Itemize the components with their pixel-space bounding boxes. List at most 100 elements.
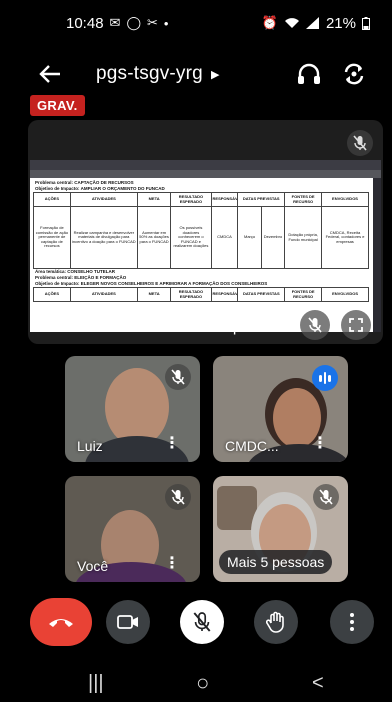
mic-off-icon: [193, 612, 211, 632]
participant-tile[interactable]: Você ⋮: [65, 476, 200, 582]
doc-cell: Realizar campanha e desenvolver materiai…: [69, 206, 138, 269]
shared-window-sidebar: [373, 178, 381, 332]
whatsapp-icon: ◯: [126, 15, 142, 30]
shared-window-toolbar: [30, 170, 381, 178]
status-time: 10:48: [66, 14, 104, 32]
participant-name: Luiz: [77, 438, 103, 454]
participant-tile[interactable]: CMDC... ⋮: [213, 356, 348, 462]
hand-icon: [266, 611, 284, 633]
more-participants-tile[interactable]: Mais 5 pessoas: [213, 476, 348, 582]
participant-muted-indicator: [313, 484, 339, 510]
doc-table-row: Formação de comissão de ação permanente …: [33, 206, 369, 269]
participant-tile[interactable]: Luiz ⋮: [65, 356, 200, 462]
presenter-muted-indicator: [347, 130, 373, 156]
system-nav-bar: ||| ○ <: [0, 664, 392, 702]
microphone-toggle-button[interactable]: [180, 600, 224, 644]
more-options-icon[interactable]: ⋮: [312, 433, 328, 453]
fullscreen-button[interactable]: [341, 310, 371, 340]
presentation-tile[interactable]: Problema central: CAPTAÇÃO DE RECURSOS O…: [28, 120, 383, 344]
signal-icon: [305, 17, 319, 29]
chevron-right-icon: ▶: [210, 68, 220, 81]
doc-header-cell: ENVOLVIDOS: [321, 287, 369, 302]
presentation-caption: CMDCA - Secretaria está apre...: [46, 318, 269, 335]
dot-icon: •: [163, 15, 169, 31]
more-options-icon[interactable]: ⋮: [164, 553, 180, 573]
more-vert-icon: [350, 613, 354, 631]
phone-hangup-icon: [49, 619, 73, 627]
doc-header-cell: RESPONSÁVEL: [210, 192, 239, 207]
more-options-icon[interactable]: ⋮: [164, 433, 180, 453]
headphones-icon: [298, 63, 320, 84]
meeting-code: pgs-tsgv-yrg: [96, 63, 203, 84]
doc-header-cell: DATAS PREVISTAS: [237, 287, 286, 302]
more-options-button[interactable]: [330, 600, 374, 644]
home-button[interactable]: ○: [196, 670, 209, 696]
self-muted-indicator: [165, 484, 191, 510]
shared-window-titlebar: [30, 160, 381, 170]
participant-video: [105, 368, 169, 446]
mic-off-icon: [353, 135, 367, 151]
more-participants-label: Mais 5 pessoas: [219, 550, 333, 574]
mic-off-icon: [171, 489, 185, 505]
doc-cell: CMDCA, Receita Federal, contadores e emp…: [321, 206, 369, 269]
doc-cell: Dezembro: [260, 206, 286, 269]
self-name: Você: [77, 558, 109, 574]
wifi-icon: [284, 18, 299, 28]
switch-camera-icon: [344, 63, 364, 85]
recents-button[interactable]: |||: [88, 672, 104, 695]
status-left: 10:48 ✉ ◯ ✂ •: [66, 15, 168, 32]
fullscreen-icon: [349, 318, 363, 332]
battery-icon: [362, 16, 370, 30]
video-camera-icon: [117, 615, 138, 629]
doc-header-cell: DATAS PREVISTAS: [237, 192, 286, 207]
doc-header-cell: AÇÕES: [33, 192, 71, 207]
audio-output-button[interactable]: [295, 60, 323, 88]
doc-cell: Março: [237, 206, 262, 269]
alarm-icon: ⏰: [261, 15, 278, 30]
mic-off-icon: [319, 489, 333, 505]
doc-header-cell: FONTES DE RECURSO: [284, 287, 323, 302]
status-bar: 10:48 ✉ ◯ ✂ • ⏰ 21%: [0, 0, 392, 46]
call-controls: [0, 596, 392, 654]
doc-header-cell: AÇÕES: [33, 287, 71, 302]
doc-header-cell: RESULTADO ESPERADO: [170, 192, 212, 207]
doc-cell: CMDCA: [210, 206, 239, 269]
doc-table-2: AÇÕES ATIVIDADES META RESULTADO ESPERADO…: [33, 287, 369, 302]
doc-header-cell: FONTES DE RECURSO: [284, 192, 323, 207]
doc-table-header: AÇÕES ATIVIDADES META RESULTADO ESPERADO…: [33, 192, 369, 207]
raise-hand-button[interactable]: [254, 600, 298, 644]
doc-table-header: AÇÕES ATIVIDADES META RESULTADO ESPERADO…: [33, 287, 369, 302]
shared-document: Problema central: CAPTAÇÃO DE RECURSOS O…: [33, 180, 369, 330]
participant-name: CMDC...: [225, 438, 279, 454]
tools-icon: ✂: [147, 15, 158, 30]
battery-percent: 21%: [325, 14, 356, 32]
back-button[interactable]: [36, 60, 64, 88]
participant-muted-indicator: [165, 364, 191, 390]
doc-cell: Os possíveis doadores conhecerem o FUNCA…: [170, 206, 212, 269]
system-back-button[interactable]: <: [312, 672, 324, 695]
presenter-mic-button[interactable]: [300, 310, 330, 340]
switch-camera-button[interactable]: [340, 60, 368, 88]
camera-toggle-button[interactable]: [106, 600, 150, 644]
arrow-left-icon: [39, 65, 60, 83]
doc-table: AÇÕES ATIVIDADES META RESULTADO ESPERADO…: [33, 192, 369, 269]
doc-cell: Formação de comissão de ação permanente …: [33, 206, 71, 269]
doc-header-cell: META: [136, 192, 172, 207]
mic-off-icon: [308, 317, 322, 333]
recording-badge: GRAV.: [30, 95, 85, 116]
doc-cell: Aumentar em 50% as doações para o FUNCAD: [136, 206, 172, 269]
doc-header-cell: ATIVIDADES: [69, 287, 138, 302]
audio-level-bar: [319, 374, 322, 382]
doc-header-cell: RESPONSÁVEL: [210, 287, 239, 302]
doc-cell: Dotação própria, Fundo municipal: [284, 206, 323, 269]
doc-header-cell: ATIVIDADES: [69, 192, 138, 207]
audio-level-bar: [328, 374, 331, 382]
mail-icon: ✉: [109, 15, 121, 30]
meeting-code-button[interactable]: pgs-tsgv-yrg ▶: [96, 63, 220, 85]
meeting-top-bar: pgs-tsgv-yrg ▶: [0, 52, 392, 96]
mic-off-icon: [171, 369, 185, 385]
end-call-button[interactable]: [30, 598, 92, 646]
doc-header-cell: ENVOLVIDOS: [321, 192, 369, 207]
speaking-indicator: [312, 365, 338, 391]
shared-screen: Problema central: CAPTAÇÃO DE RECURSOS O…: [30, 160, 381, 332]
